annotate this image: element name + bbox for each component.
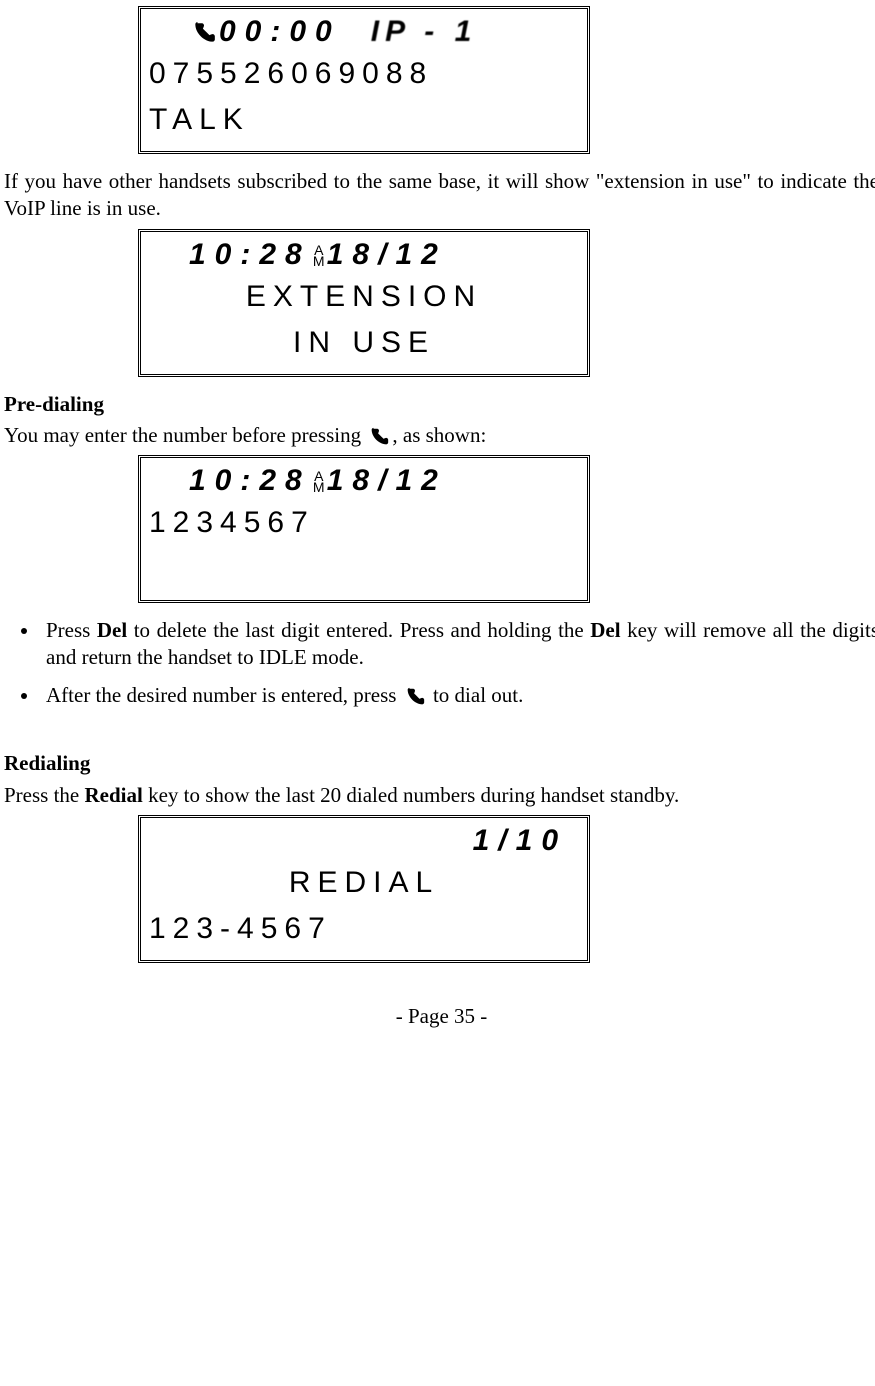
section-heading-predialing: Pre-dialing [4,391,875,418]
list-item: Press Del to delete the last digit enter… [40,617,875,672]
body-text: You may enter the number before pressing… [4,422,875,449]
call-status: TALK [149,97,579,143]
lcd-row-clock: 10:28AM18/12 [149,236,579,274]
lcd-row-clock: 10:28AM18/12 [149,462,579,500]
call-icon [404,686,426,708]
clock-date: 18/12 [327,238,447,271]
clock-date: 18/12 [327,464,447,497]
list-item: After the desired number is entered, pre… [40,682,875,709]
instruction-list: Press Del to delete the last digit enter… [40,617,875,709]
ip-line-indicator: IP - 1 [341,15,478,48]
call-icon [368,426,390,448]
redial-label: REDIAL [149,860,579,906]
lcd-screen-predial: 10:28AM18/12 1234567 [138,455,590,603]
redial-counter: 1/10 [149,822,579,860]
lcd-screen-extension-in-use: 10:28AM18/12 EXTENSION IN USE [138,229,590,377]
clock-time: 10:28 [189,238,311,271]
section-heading-redialing: Redialing [4,750,875,777]
dialed-number: 075526069088 [149,51,579,97]
call-icon [191,20,217,46]
lcd-empty-row [149,546,579,592]
predial-number: 1234567 [149,500,579,546]
lcd-screen-talk: 00:00IP - 1 075526069088 TALK [138,6,590,154]
clock-time: 10:28 [189,464,311,497]
redial-number: 123-4567 [149,906,579,952]
page-footer: - Page 35 - [4,1003,875,1030]
body-text: If you have other handsets subscribed to… [4,168,875,223]
call-timer: 00:00 [219,15,341,48]
body-text: Press the Redial key to show the last 20… [4,782,875,809]
lcd-line-in-use: IN USE [149,320,579,366]
ampm-indicator: AM [311,245,327,267]
lcd-row-status-bar: 00:00IP - 1 [149,13,579,51]
lcd-line-extension: EXTENSION [149,274,579,320]
ampm-indicator: AM [311,471,327,493]
lcd-screen-redial: 1/10 REDIAL 123-4567 [138,815,590,963]
